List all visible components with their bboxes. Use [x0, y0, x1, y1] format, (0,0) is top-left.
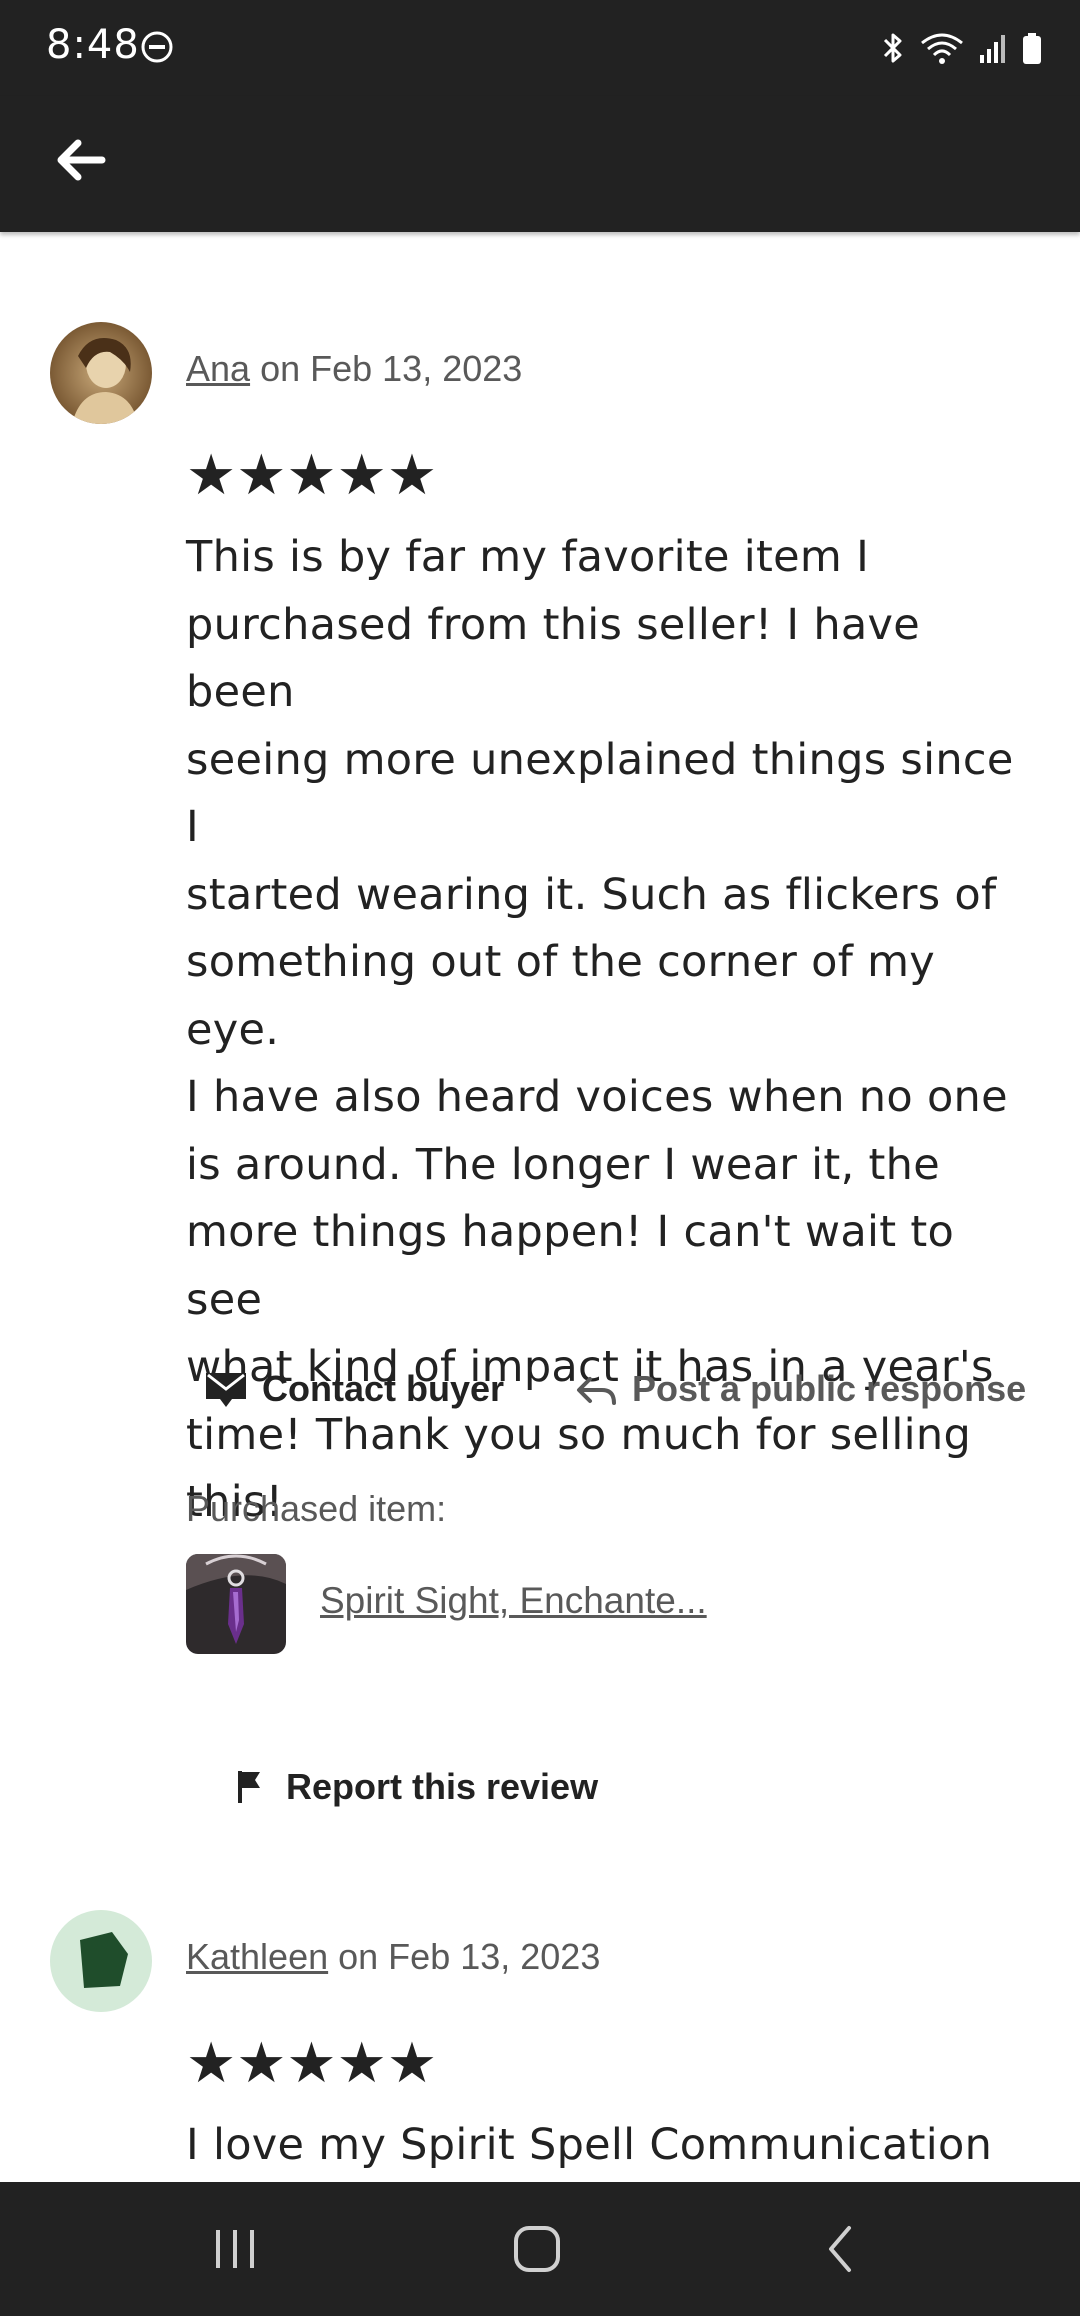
contact-buyer-button[interactable]: Contact buyer: [204, 1368, 504, 1410]
flag-icon: [238, 1771, 260, 1803]
avatar-photo: [50, 322, 152, 424]
purchased-item-label: Purchased item:: [186, 1488, 447, 1529]
star-rating: ★★★★★: [186, 2036, 437, 2092]
star-rating: ★★★★★: [186, 448, 437, 504]
status-icons: [880, 28, 1042, 68]
review-text: I love my Spirit Spell Communication: [186, 2112, 1036, 2180]
review-text-line: time! Thank you so much for selling: [186, 1409, 972, 1460]
review-byline: Kathleen on Feb 13, 2023: [186, 1936, 600, 1978]
envelope-icon: [206, 1373, 246, 1407]
report-review-label: Report this review: [286, 1766, 599, 1807]
status-time: 8:48: [46, 22, 140, 68]
review-date: on Feb 13, 2023: [338, 1936, 601, 1977]
app-bar: [0, 96, 1080, 232]
review-text-line: is around. The longer I wear it, the: [186, 1139, 940, 1190]
report-review-button[interactable]: Report this review: [236, 1766, 598, 1808]
review-text-line: purchased from this seller! I have been: [186, 599, 921, 718]
purchased-item-link[interactable]: Spirit Sight, Enchante...: [320, 1580, 707, 1622]
review-text-line: I love my Spirit Spell Communication: [186, 2120, 993, 2170]
home-icon: [514, 2226, 560, 2272]
review-text-line: This is by far my favorite item I: [186, 532, 870, 582]
review-byline: Ana on Feb 13, 2023: [186, 348, 522, 390]
post-response-label: Post a public response: [632, 1368, 1027, 1409]
review-text-line: started wearing it. Such as flickers of: [186, 869, 997, 920]
signal-icon: [980, 35, 1005, 63]
reviewer-name-link[interactable]: Ana: [186, 348, 250, 389]
battery-icon: [1023, 33, 1041, 64]
review-date: on Feb 13, 2023: [260, 348, 523, 389]
review-text-line: I have also heard voices when no one: [186, 1072, 1008, 1122]
review-text-line: something out of the corner of my eye.: [186, 937, 936, 1055]
back-button[interactable]: [44, 124, 116, 196]
back-nav-icon: [829, 2226, 851, 2272]
system-nav-bar: [0, 2182, 1080, 2316]
avatar[interactable]: [50, 1910, 152, 2012]
item-photo: [186, 1554, 286, 1654]
review-actions: Contact buyer Post a public response: [186, 1368, 1026, 1410]
arrow-left-icon: [57, 139, 106, 181]
review-text-line: seeing more unexplained things since I: [186, 734, 1014, 853]
recent-apps-icon: [216, 2230, 254, 2268]
star-icons: ★★★★★: [186, 2031, 438, 2096]
contact-buyer-label: Contact buyer: [262, 1368, 505, 1409]
status-bar: 8:48: [0, 0, 1080, 96]
wifi-icon: [921, 33, 963, 64]
home-button[interactable]: [492, 2212, 582, 2286]
avatar-shape-icon: [80, 1932, 128, 1988]
reviewer-name-link[interactable]: Kathleen: [186, 1936, 328, 1977]
bluetooth-icon: [883, 33, 902, 63]
reply-arrow-icon: [577, 1377, 617, 1405]
avatar[interactable]: [50, 322, 152, 424]
post-public-response-button[interactable]: Post a public response: [574, 1368, 1026, 1410]
recent-apps-button[interactable]: [190, 2212, 280, 2286]
star-icons: ★★★★★: [186, 443, 438, 508]
do-not-disturb-icon: [141, 31, 173, 63]
back-nav-button[interactable]: [796, 2212, 886, 2286]
review-text-line: more things happen! I can't wait to see: [186, 1207, 955, 1325]
item-thumbnail[interactable]: [186, 1554, 286, 1654]
